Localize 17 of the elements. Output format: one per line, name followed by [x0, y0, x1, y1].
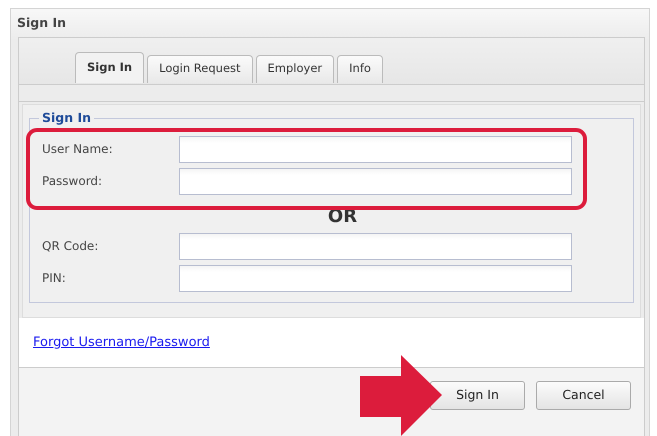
- forgot-password-link[interactable]: Forgot Username/Password: [33, 335, 210, 350]
- field-label: User Name:: [42, 141, 114, 158]
- input-field[interactable]: [179, 136, 572, 162]
- input-field[interactable]: [179, 168, 572, 194]
- fieldset-legend: Sign In: [39, 110, 94, 126]
- dialog-button[interactable]: Sign In: [430, 380, 525, 410]
- window-title: Sign In: [16, 14, 68, 32]
- field-label: QR Code:: [42, 238, 100, 255]
- field-label: PIN:: [42, 270, 67, 287]
- tab[interactable]: Login Request: [147, 55, 253, 83]
- input-field[interactable]: [179, 264, 572, 292]
- dialog-button[interactable]: Cancel: [536, 380, 631, 410]
- field-label: Password:: [42, 173, 104, 190]
- input-field[interactable]: [179, 232, 572, 260]
- tab[interactable]: Sign In: [75, 52, 144, 83]
- tab[interactable]: Info: [337, 55, 383, 83]
- tab[interactable]: Employer: [256, 55, 334, 83]
